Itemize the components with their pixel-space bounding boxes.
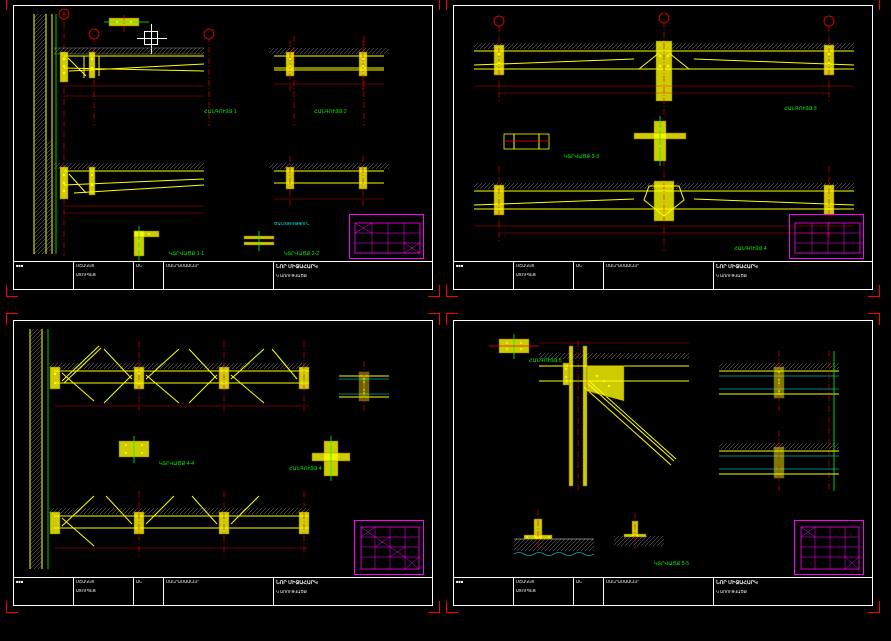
tb-logo: ■■■ [14,262,73,271]
tb-checked-label: ՍՏՈՒԳԵՑ [74,271,133,280]
detail-label: ԿՏՐՎԱԾՔ 1-1 [169,251,204,257]
detail-label: ՀԱՆԳՈՒՅՑ 2 [314,109,347,115]
tb-project-title: ՆՈՐ ՄԻՋԱՀԱՐԿ [274,262,432,272]
tb-type: ՄԱՆՐԱՄԱՍՆԵՐ [164,262,273,271]
key-plan-2 [789,214,864,259]
note-label: ԾԱՆՈԹՈՒԹՅՈՒՆ [274,221,309,226]
detail-label: ԿՏՐՎԱԾՔ 3-3 [564,154,599,160]
title-block-3: ■■■ ՄՇԱԿԵՑ ՍՏՈՒԳԵՑ ԱՆ ՄԱՆՐԱՄԱՍՆԵՐ ՆՈՐ ՄԻ… [14,577,432,605]
detail-label: ՀԱՆԳՈՒՅՑ 5 [529,358,562,364]
drawing-sheet-2: ՀԱՆԳՈՒՅՑ 3 ԿՏՐՎԱԾՔ 3-3 ՀԱՆԳՈՒՅՑ 4 ■■■ ՄՇ… [453,5,873,290]
drawing-sheet-4: ՀԱՆԳՈՒՅՑ 5 ԿՏՐՎԱԾՔ 5-5 ■■■ ՄՇԱԿԵՑ ՍՏՈՒԳԵ… [453,320,873,606]
detail-label: ՀԱՆԳՈՒՅՑ 1 [204,109,237,115]
key-plan-4 [794,520,864,575]
detail-label: ԿՏՐՎԱԾՔ 2-2 [284,251,319,257]
title-block-4: ■■■ ՄՇԱԿԵՑ ՍՏՈՒԳԵՑ ԱՆ ՄԱՆՐԱՄԱՍՆԵՐ ՆՈՐ ՄԻ… [454,577,872,605]
title-block-1: ■■■ ՄՇԱԿԵՑ ՍՏՈՒԳԵՑ ԱՆ ՄԱՆՐԱՄԱՍՆԵՐ ՆՈՐ ՄԻ… [14,261,432,289]
key-plan-3 [354,520,424,575]
title-block-2: ■■■ ՄՇԱԿԵՑ ՍՏՈՒԳԵՑ ԱՆ ՄԱՆՐԱՄԱՍՆԵՐ ՆՈՐ ՄԻ… [454,261,872,289]
tb-stage: ԱՆ [134,262,163,271]
tb-drawn-label: ՄՇԱԿԵՑ [74,262,133,271]
detail-label: ՀԱՆԳՈՒՅՑ 4 [734,246,767,252]
key-plan-1 [349,214,424,259]
drawing-sheet-3: ՀԱՆԳՈՒՅՑ 4 ԿՏՐՎԱԾՔ 4-4 ■■■ ՄՇԱԿԵՑ ՍՏՈՒԳԵ… [13,320,433,606]
detail-label: ԿՏՐՎԱԾՔ 5-5 [654,561,689,567]
detail-label: ԿՏՐՎԱԾՔ 4-4 [159,461,194,467]
drawing-sheet-1: A [13,5,433,290]
detail-label: ՀԱՆԳՈՒՅՑ 3 [784,106,817,112]
tb-project-sub: Կ ԱՌՈՒՑՎԱԾՔ [274,272,432,281]
detail-label: ՀԱՆԳՈՒՅՑ 4 [289,466,322,472]
